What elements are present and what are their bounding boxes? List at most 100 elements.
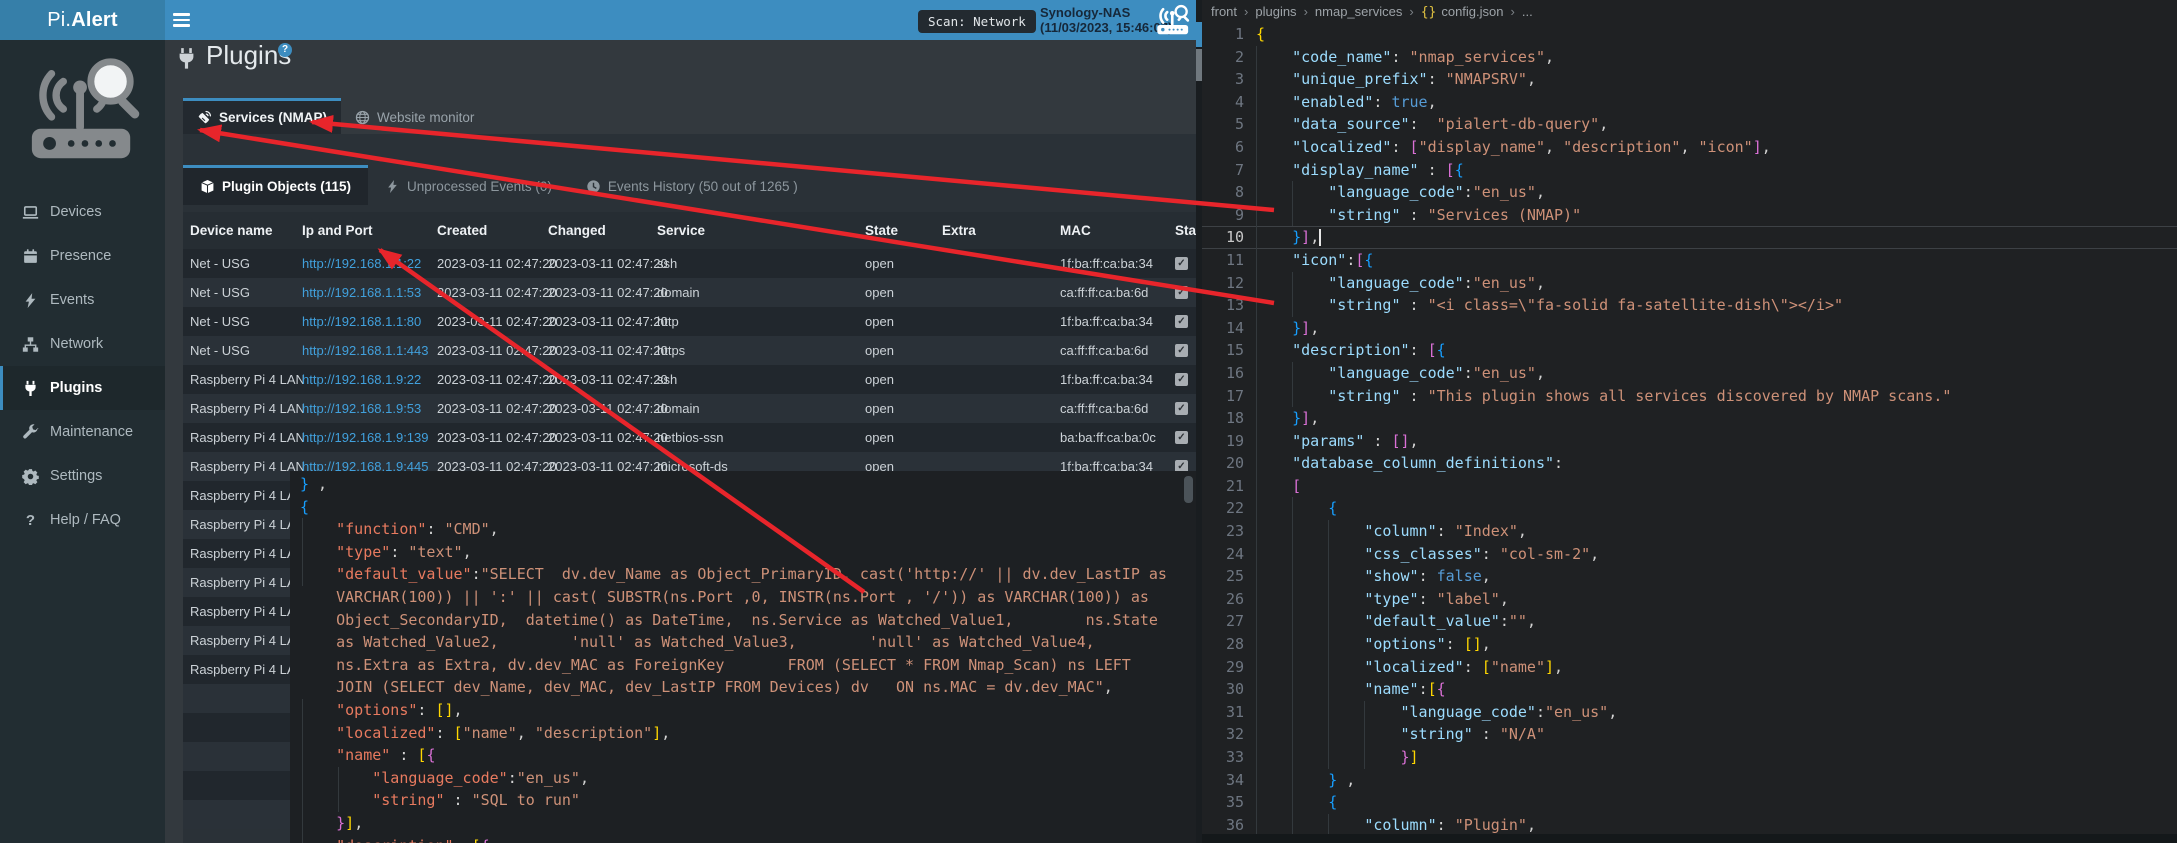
line-number: 23 (1202, 520, 1244, 543)
line-number: 34 (1202, 769, 1244, 792)
help-badge[interactable]: ? (278, 43, 292, 57)
sidebar-item-label: Devices (50, 204, 102, 220)
sidebar-item-network[interactable]: Network (0, 322, 165, 366)
state-cell: open (865, 285, 942, 300)
column-header-service[interactable]: Service (657, 223, 865, 238)
sidebar-item-settings[interactable]: Settings (0, 454, 165, 498)
editor-line: 30 "name":[{ (1202, 678, 2177, 701)
question-icon: ? (22, 512, 39, 529)
editor-line: 4 "enabled": true, (1202, 91, 2177, 114)
line-code: "enabled": true, (1256, 91, 1437, 114)
line-number: 11 (1202, 249, 1244, 272)
port-link[interactable]: http://192.168.1.9:53 (302, 401, 437, 416)
breadcrumb-separator: › (1304, 4, 1308, 19)
object-subtabs: Plugin Objects (115) Unprocessed Events (… (183, 165, 1196, 205)
state-cell: open (865, 430, 942, 445)
overlay-code-line: JOIN (SELECT dev_Name, dev_MAC, dev_Last… (300, 676, 1196, 699)
status-checkbox[interactable]: ✓ (1175, 257, 1188, 270)
column-header-device[interactable]: Device name (190, 223, 302, 238)
port-link[interactable]: http://192.168.1.9:22 (302, 372, 437, 387)
editor-breadcrumb: front›plugins›nmap_services›{}config.jso… (1202, 0, 2177, 23)
status-checkbox[interactable]: ✓ (1175, 315, 1188, 328)
changed-cell: 2023-03-11 02:47:20 (548, 372, 657, 387)
line-number: 10 (1202, 226, 1244, 249)
line-number: 13 (1202, 294, 1244, 317)
subtab-objects[interactable]: Plugin Objects (115) (183, 165, 368, 205)
breadcrumb-item[interactable]: front (1211, 4, 1237, 19)
line-number: 16 (1202, 362, 1244, 385)
status-checkbox[interactable]: ✓ (1175, 431, 1188, 444)
tab-website[interactable]: Website monitor (341, 98, 488, 134)
editor-line: 9 "string" : "Services (NMAP)" (1202, 204, 2177, 227)
editor-line: 18 }], (1202, 407, 2177, 430)
device-cell: Raspberry Pi 4 LAN (190, 401, 302, 416)
editor-line: 7 "display_name" : [{ (1202, 159, 2177, 182)
overlay-scrollbar-thumb[interactable] (1184, 476, 1193, 503)
line-code: }], (1256, 226, 1321, 249)
editor-line: 24 "css_classes": "col-sm-2", (1202, 543, 2177, 566)
mac-cell: 1f:ba:ff:ca:ba:34 (1060, 256, 1175, 271)
line-code: "css_classes": "col-sm-2", (1256, 543, 1599, 566)
column-header-state[interactable]: State (865, 223, 942, 238)
overlay-code-line: "options": [], (300, 699, 1196, 722)
mac-cell: 1f:ba:ff:ca:ba:34 (1060, 314, 1175, 329)
mac-cell: ca:ff:ff:ca:ba:6d (1060, 401, 1175, 416)
brand-logo[interactable]: Pi.Alert (0, 0, 165, 40)
breadcrumb-item[interactable]: {}config.json (1421, 4, 1504, 20)
device-cell: Net - USG (190, 285, 302, 300)
line-number: 12 (1202, 272, 1244, 295)
editor-line: 32 "string" : "N/A" (1202, 723, 2177, 746)
port-link[interactable]: http://192.168.1.1:443 (302, 343, 437, 358)
status-checkbox[interactable]: ✓ (1175, 344, 1188, 357)
sidebar-item-label: Presence (50, 248, 111, 264)
line-number: 30 (1202, 678, 1244, 701)
line-number: 31 (1202, 701, 1244, 724)
port-link[interactable]: http://192.168.1.9:139 (302, 430, 437, 445)
overlay-code-line: VARCHAR(100)) || ':' || cast( SUBSTR(ns.… (300, 586, 1196, 609)
text-cursor (1319, 229, 1321, 246)
column-header-extra[interactable]: Extra (942, 223, 1060, 238)
sidebar-item-events[interactable]: Events (0, 278, 165, 322)
sidebar-item-presence[interactable]: Presence (0, 234, 165, 278)
status-checkbox[interactable]: ✓ (1175, 402, 1188, 415)
sidebar-item-label: Plugins (50, 380, 102, 396)
subtab-label: Plugin Objects (115) (222, 179, 351, 194)
breadcrumb-item[interactable]: nmap_services (1315, 4, 1402, 19)
editor-line: 11 "icon":[{ (1202, 249, 2177, 272)
subtab-history[interactable]: Events History (50 out of 1265 ) (569, 165, 815, 205)
port-link[interactable]: http://192.168.1.1:53 (302, 285, 437, 300)
table-row: Net - USGhttp://192.168.1.1:222023-03-11… (183, 249, 1196, 278)
port-link[interactable]: http://192.168.1.1:22 (302, 256, 437, 271)
menu-toggle-icon[interactable] (173, 13, 190, 27)
gear-icon (22, 468, 39, 485)
editor-lines[interactable]: 1{2 "code_name": "nmap_services",3 "uniq… (1202, 23, 2177, 836)
column-header-ip[interactable]: Ip and Port (302, 223, 437, 238)
column-header-changed[interactable]: Changed (548, 223, 657, 238)
state-cell: open (865, 372, 942, 387)
editor-line: 22 { (1202, 497, 2177, 520)
line-number: 4 (1202, 91, 1244, 114)
service-cell: ssh (657, 256, 865, 271)
editor-line: 5 "data_source": "pialert-db-query", (1202, 113, 2177, 136)
scanner-icon (1154, 4, 1192, 36)
status-checkbox[interactable]: ✓ (1175, 373, 1188, 386)
code-editor: front›plugins›nmap_services›{}config.jso… (1202, 0, 2177, 843)
breadcrumb-item[interactable]: ... (1522, 4, 1533, 19)
status-checkbox[interactable]: ✓ (1175, 286, 1188, 299)
tab-services[interactable]: Services (NMAP) (183, 98, 341, 134)
sidebar-item-maintenance[interactable]: Maintenance (0, 410, 165, 454)
breadcrumb-item[interactable]: plugins (1255, 4, 1296, 19)
breadcrumb-separator: › (1244, 4, 1248, 19)
subtab-unprocessed[interactable]: Unprocessed Events (0) (368, 165, 569, 205)
service-cell: domain (657, 401, 865, 416)
device-cell: Raspberry Pi 4 LAN (190, 372, 302, 387)
column-header-mac[interactable]: MAC (1060, 223, 1175, 238)
sidebar-item-plugins[interactable]: Plugins (0, 366, 165, 410)
port-link[interactable]: http://192.168.1.1:80 (302, 314, 437, 329)
top-navbar: Pi.Alert Scan: Network Synology-NAS (11/… (0, 0, 1202, 40)
sidebar-item-devices[interactable]: Devices (0, 190, 165, 234)
line-code: { (1256, 791, 1337, 814)
line-number: 19 (1202, 430, 1244, 453)
column-header-created[interactable]: Created (437, 223, 548, 238)
sidebar-item-help[interactable]: ?Help / FAQ (0, 498, 165, 542)
